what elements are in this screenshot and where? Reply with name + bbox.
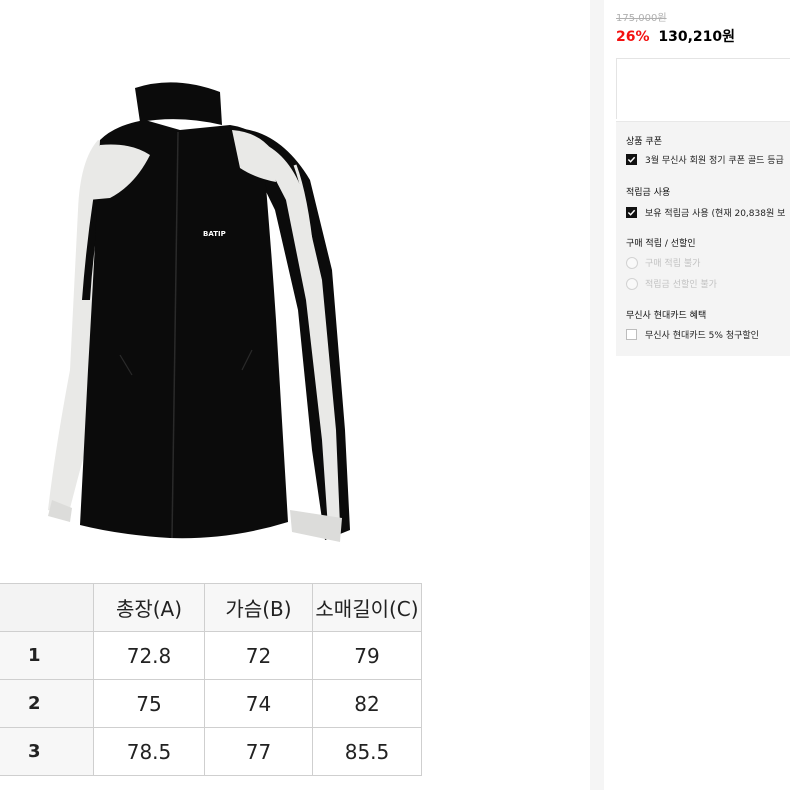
- points-prediscount-label: 적립금 선할인 불가: [645, 280, 717, 290]
- total-length-value: 78.5: [93, 727, 205, 776]
- chest-value: 77: [204, 727, 313, 776]
- size-table-header-row: 총장(A) 가슴(B) 소매길이(C): [0, 583, 422, 632]
- chest-value: 72: [204, 631, 313, 680]
- table-row: 1 72.8 72 79: [0, 631, 422, 680]
- coupon-section-title: 상품 쿠폰: [626, 137, 662, 147]
- table-row: 2 75 74 82: [0, 679, 422, 728]
- checkbox-unchecked-icon[interactable]: [626, 329, 637, 340]
- table-row: 3 78.5 77 85.5: [0, 727, 422, 776]
- sleeve-length-value: 82: [312, 679, 422, 728]
- size-label: 3: [0, 727, 94, 776]
- header-chest: 가슴(B): [204, 583, 313, 632]
- size-table: 총장(A) 가슴(B) 소매길이(C) 1 72.8 72 79 2 75 74…: [0, 583, 422, 776]
- coupon-option-label: 3월 무신사 회원 정기 쿠폰 골드 등급: [645, 156, 784, 166]
- card-discount-label: 무신사 현대카드 5% 청구할인: [645, 331, 759, 341]
- points-use-option-label: 보유 적립금 사용 (현재 20,838원 보: [645, 209, 786, 219]
- discount-rate: 26%: [616, 29, 650, 45]
- sleeve-length-value: 85.5: [312, 727, 422, 776]
- jacket-logo-text: BATIP: [203, 230, 226, 238]
- coupon-option[interactable]: 3월 무신사 회원 정기 쿠폰 골드 등급: [626, 153, 784, 166]
- checkbox-checked-icon[interactable]: [626, 154, 637, 165]
- header-total-length: 총장(A): [93, 583, 205, 632]
- size-label: 2: [0, 679, 94, 728]
- purchase-points-option[interactable]: 구매 적립 불가: [626, 256, 700, 269]
- original-price: 175,000원: [616, 13, 667, 24]
- chest-value: 74: [204, 679, 313, 728]
- product-detail-area: BATIP 총장(A) 가슴(B) 소매길이(C) 1 72.8 72 79 2…: [0, 0, 590, 790]
- card-discount-option[interactable]: 무신사 현대카드 5% 청구할인: [626, 328, 759, 341]
- price-detail-box: [616, 58, 790, 119]
- benefit-panel: 상품 쿠폰 3월 무신사 회원 정기 쿠폰 골드 등급 적립금 사용 보유 적립…: [616, 121, 790, 356]
- radio-disabled-icon[interactable]: [626, 277, 638, 290]
- product-jacket-image: BATIP: [48, 82, 350, 542]
- sleeve-length-value: 79: [312, 631, 422, 680]
- sale-price: 130,210원: [658, 29, 736, 45]
- column-divider: [590, 0, 604, 790]
- size-label: 1: [0, 631, 94, 680]
- purchase-section-title: 구매 적립 / 선할인: [626, 239, 696, 249]
- header-sleeve-length: 소매길이(C): [312, 583, 422, 632]
- points-prediscount-option[interactable]: 적립금 선할인 불가: [626, 277, 717, 290]
- points-use-option[interactable]: 보유 적립금 사용 (현재 20,838원 보: [626, 206, 785, 219]
- purchase-points-label: 구매 적립 불가: [645, 259, 701, 269]
- purchase-panel: 175,000원 26% 130,210원 상품 쿠폰 3월 무신사 회원 정기…: [604, 0, 790, 790]
- price-line: 26% 130,210원: [616, 26, 735, 46]
- size-table-corner: [0, 583, 94, 632]
- total-length-value: 72.8: [93, 631, 205, 680]
- points-section-title: 적립금 사용: [626, 188, 671, 198]
- total-length-value: 75: [93, 679, 205, 728]
- checkbox-checked-icon[interactable]: [626, 207, 637, 218]
- card-section-title: 무신사 현대카드 혜택: [626, 311, 707, 321]
- radio-disabled-icon[interactable]: [626, 256, 638, 269]
